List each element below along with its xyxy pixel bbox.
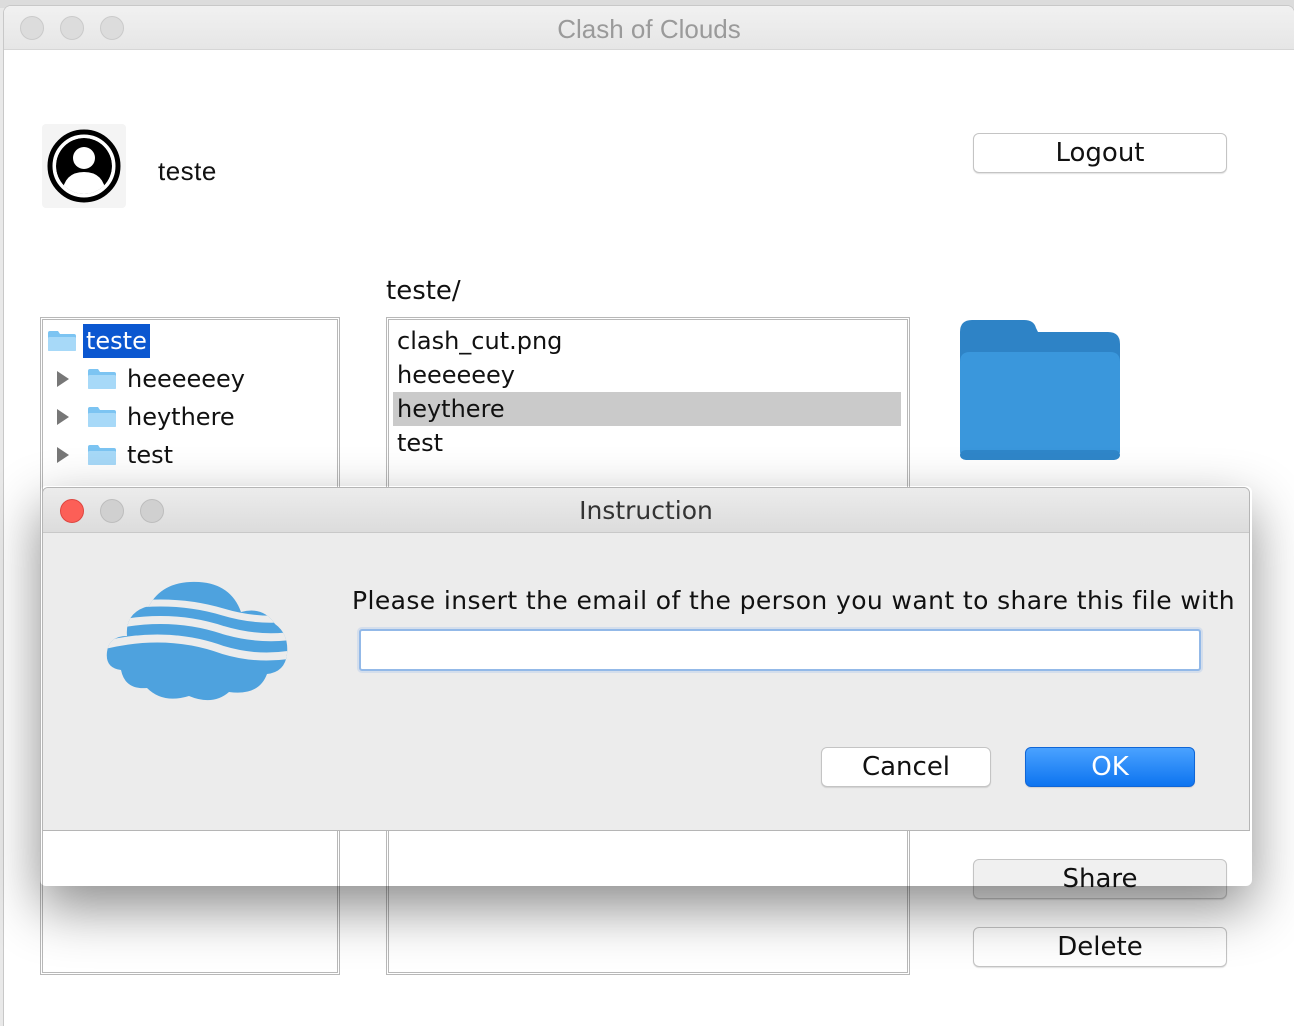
tree-item-label: test <box>127 441 174 469</box>
cloud-logo-icon <box>103 572 293 702</box>
folder-icon <box>87 406 117 428</box>
logout-button[interactable]: Logout <box>973 133 1227 173</box>
instruction-dialog: Instruction Please insert the email of t… <box>42 487 1250 831</box>
ok-button[interactable]: OK <box>1025 747 1195 787</box>
tree-item-label: heeeeeey <box>127 365 246 393</box>
list-item[interactable]: test <box>393 426 901 460</box>
folder-icon <box>87 368 117 390</box>
triangle-right-icon[interactable] <box>57 371 69 387</box>
triangle-right-icon[interactable] <box>57 447 69 463</box>
current-path-label: teste/ <box>386 276 461 306</box>
list-item[interactable]: clash_cut.png <box>393 324 901 358</box>
user-avatar-icon <box>42 124 126 208</box>
email-input[interactable] <box>359 629 1201 671</box>
triangle-right-icon[interactable] <box>57 409 69 425</box>
tree-item-label: heythere <box>127 403 235 431</box>
tree-root-label[interactable]: teste <box>83 324 150 358</box>
dialog-titlebar: Instruction <box>43 488 1249 533</box>
window-title: Clash of Clouds <box>557 14 741 44</box>
list-item-selected[interactable]: heythere <box>393 392 901 426</box>
folder-icon <box>47 330 77 352</box>
folder-icon <box>958 318 1122 462</box>
delete-button[interactable]: Delete <box>973 927 1227 967</box>
main-titlebar: Clash of Clouds <box>4 6 1294 50</box>
share-prompt-text: Please insert the email of the person yo… <box>352 586 1235 615</box>
list-item[interactable]: heeeeeey <box>393 358 901 392</box>
dialog-title: Instruction <box>579 496 713 525</box>
folder-icon <box>87 444 117 466</box>
username-label: teste <box>158 156 217 186</box>
cancel-button[interactable]: Cancel <box>821 747 991 787</box>
